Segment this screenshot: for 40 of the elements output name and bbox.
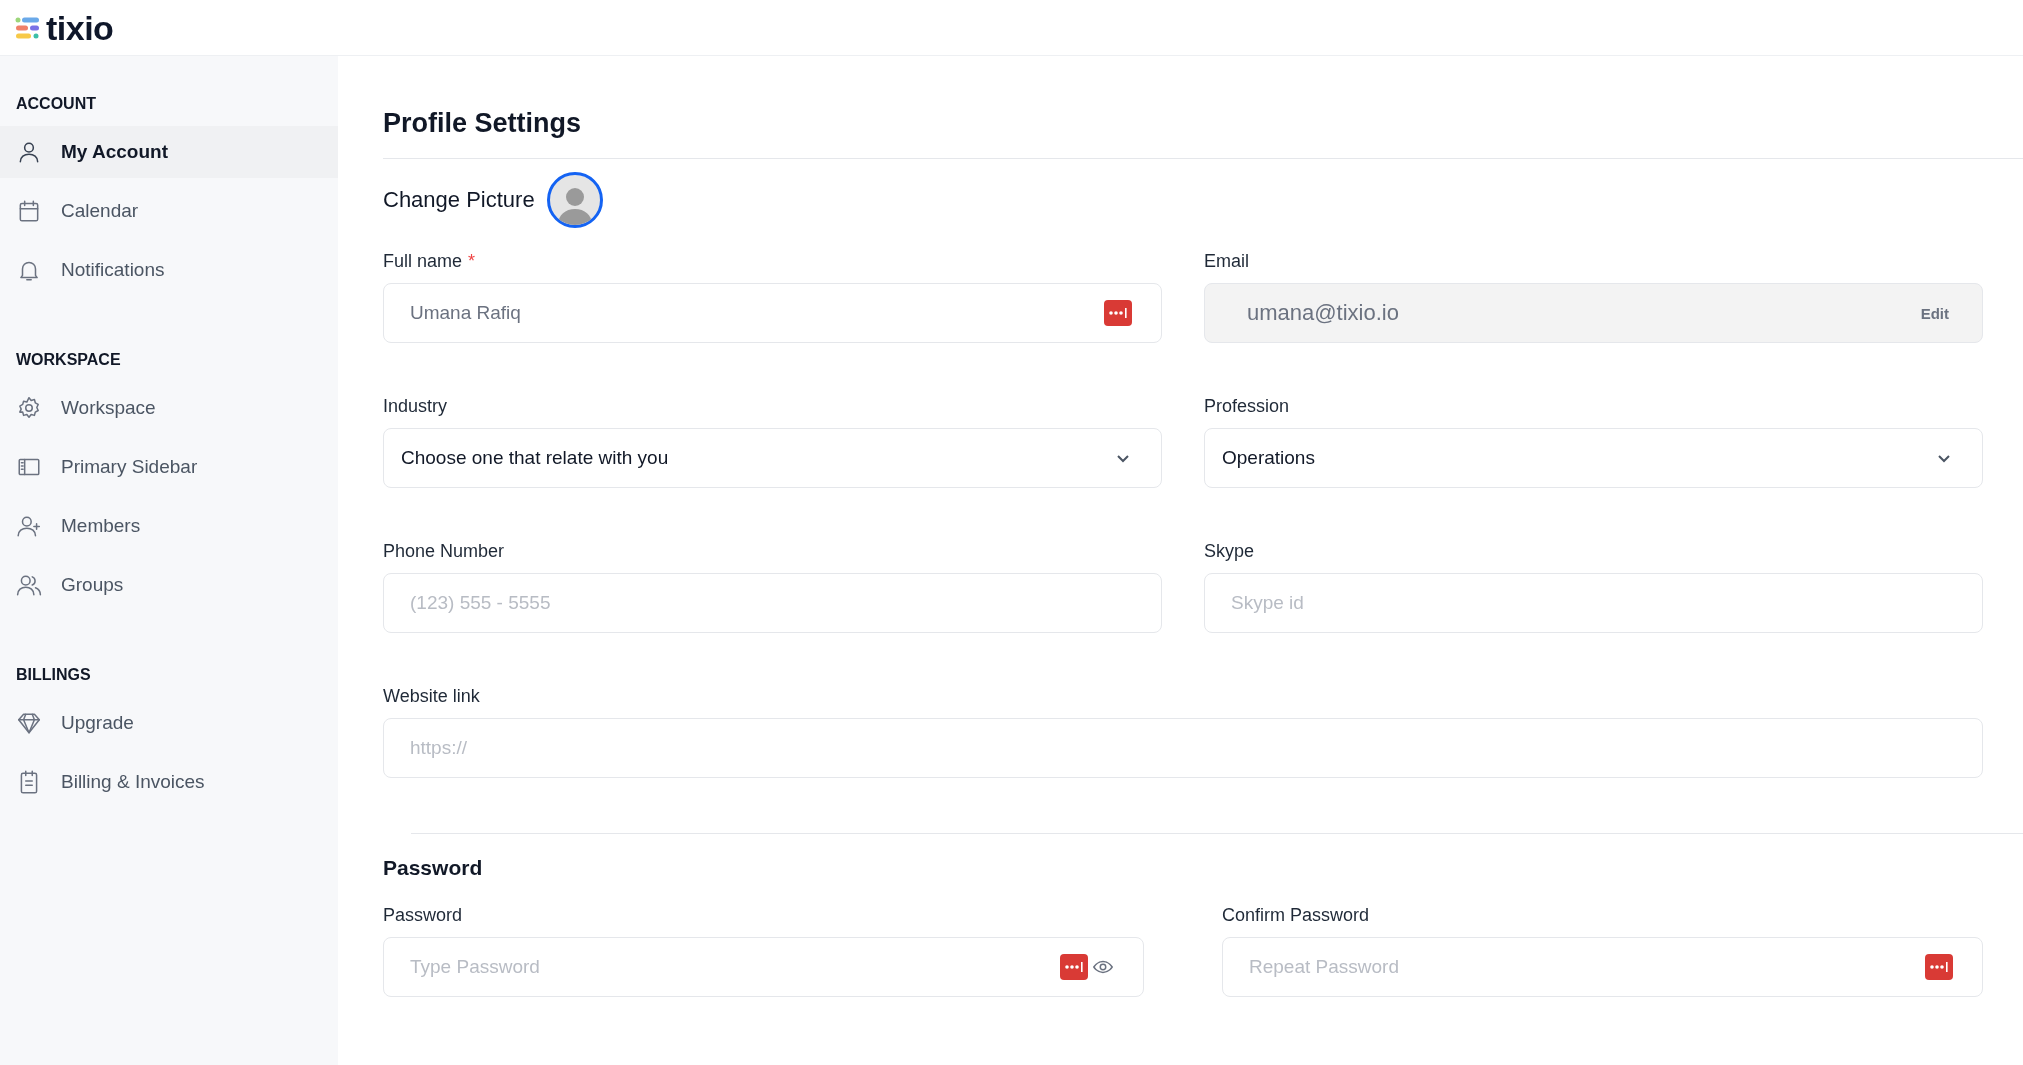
section-heading: WORKSPACE — [15, 350, 122, 370]
sidebar-item[interactable]: Billing & Invoices — [0, 756, 338, 808]
field-label: Email — [1204, 250, 1249, 272]
logo-icon — [15, 15, 41, 40]
dropdown[interactable]: Choose one that relate with you — [383, 428, 1162, 488]
input-field[interactable]: Umana Rafiq — [383, 283, 1162, 343]
input-field[interactable]: (123) 555 - 5555 — [383, 573, 1162, 633]
sidebar-item[interactable]: Groups — [0, 559, 338, 611]
field-label: Skype — [1204, 540, 1255, 562]
field-label: Profession — [1204, 395, 1290, 417]
page-title: Profile Settings — [383, 107, 582, 140]
sidebar-item[interactable]: Workspace — [0, 382, 338, 434]
field-label: Confirm Password — [1222, 904, 1370, 926]
input-field[interactable]: Type Password — [383, 937, 1144, 997]
field-label: Phone Number — [383, 540, 505, 562]
field-label: Industry — [383, 395, 448, 417]
section-heading: Password — [383, 856, 483, 880]
input-field[interactable]: https:// — [383, 718, 1983, 778]
field-label: Full name — [383, 250, 463, 272]
password-manager-icon[interactable] — [1104, 300, 1132, 326]
field-label: Password — [383, 904, 463, 926]
section-heading: ACCOUNT — [15, 94, 97, 114]
sidebar-item[interactable]: My Account — [0, 126, 338, 178]
password-manager-icon[interactable] — [1925, 954, 1953, 980]
sidebar-item[interactable]: Notifications — [0, 244, 338, 296]
sidebar-item[interactable]: Upgrade — [0, 697, 338, 749]
field-label: Website link — [383, 685, 480, 707]
input-field[interactable]: Repeat Password — [1222, 937, 1983, 997]
change-picture-link[interactable]: Change Picture — [383, 187, 535, 213]
sidebar-item[interactable]: Primary Sidebar — [0, 441, 338, 493]
gear-icon — [16, 395, 42, 421]
dropdown[interactable]: Operations — [1204, 428, 1983, 488]
required-mark: * — [468, 250, 476, 272]
sidebar-item[interactable]: Members — [0, 500, 338, 552]
logo-text: tixio — [46, 10, 114, 45]
section-heading: BILLINGS — [15, 665, 92, 685]
input-field[interactable]: Skype id — [1204, 573, 1983, 633]
password-manager-icon[interactable] — [1060, 954, 1088, 980]
sidebar-item[interactable]: Calendar — [0, 185, 338, 237]
edit-button[interactable]: Edit — [1916, 302, 1953, 324]
